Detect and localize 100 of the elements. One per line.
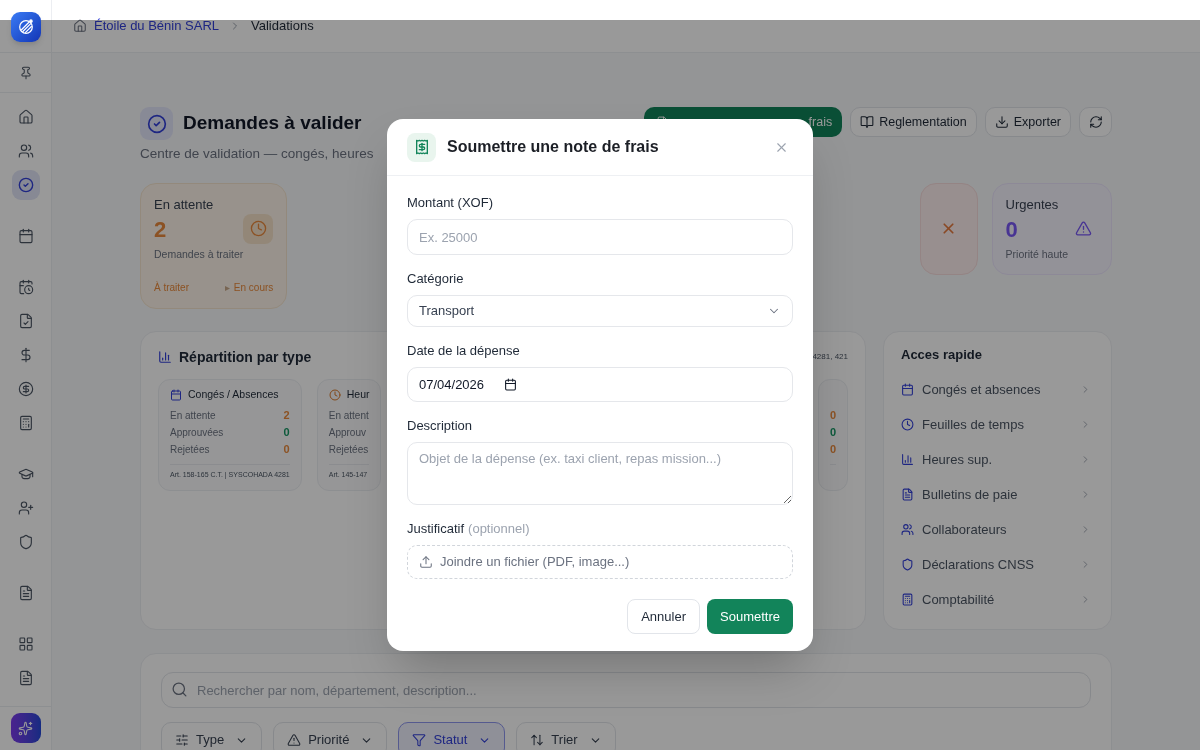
quick-link[interactable]: Comptabilité <box>895 582 1100 617</box>
breadcrumb-current: Validations <box>251 17 314 36</box>
filter-button[interactable]: Trier <box>516 722 616 750</box>
filter-icon <box>412 733 427 747</box>
row-value: 0 <box>829 408 836 424</box>
calculator-icon <box>17 415 34 431</box>
search-icon <box>171 681 188 698</box>
sort-icon <box>530 733 545 747</box>
field-label: Date de la dépense <box>407 343 520 359</box>
quick-link[interactable]: Collaborateurs <box>895 512 1100 547</box>
quick-link[interactable]: Feuilles de temps <box>895 407 1100 442</box>
sidebar-item[interactable] <box>11 170 40 200</box>
calendar-icon <box>170 389 182 401</box>
stat-label: Urgentes <box>1005 197 1060 213</box>
calendar-clock-icon <box>17 279 34 295</box>
clock-icon <box>901 418 914 431</box>
upload-icon <box>419 555 433 569</box>
dialog-title: Soumettre une note de frais <box>447 137 659 157</box>
breadcrumb-link[interactable]: Étoile du Bénin SARL <box>94 16 220 36</box>
field-label: Justificatif <box>407 521 465 537</box>
type-card-title: Heur <box>346 387 370 403</box>
dollar-circle-icon <box>17 381 34 397</box>
refresh-button[interactable] <box>1079 107 1112 137</box>
users-icon <box>17 143 34 159</box>
stat-value: 0 <box>1005 217 1019 243</box>
book-icon <box>860 115 875 129</box>
graduation-cap-icon <box>17 466 34 482</box>
document-icon <box>17 585 34 601</box>
cancel-button[interactable]: Annuler <box>627 599 700 634</box>
filter-button[interactable]: Priorité <box>273 722 388 750</box>
row-label: Rejetées <box>328 443 369 457</box>
home-icon[interactable] <box>73 19 87 33</box>
page-subtitle: Centre de validation — congés, heures <box>140 145 374 162</box>
stat-status: En cours <box>233 282 274 294</box>
optional-hint: (optionnel) <box>468 521 530 537</box>
bar-chart-icon <box>158 350 172 364</box>
row-label: En attente <box>170 409 216 423</box>
row-label: Approuv <box>328 426 366 440</box>
page-title: Demandes à valider <box>183 111 362 136</box>
field-label: Catégorie <box>407 271 464 287</box>
calendar-icon <box>901 383 914 396</box>
filter-button[interactable]: Statut <box>398 722 506 750</box>
sparkles-icon <box>18 720 33 736</box>
field-label: Montant (XOF) <box>407 195 493 211</box>
type-card-title: Congés / Absences <box>188 387 279 403</box>
panel-title: Répartition par type <box>179 347 312 367</box>
clock-icon <box>243 213 274 244</box>
stat-caption: Priorité haute <box>1005 248 1068 260</box>
row-label: En attent <box>328 409 369 423</box>
panel-title: Acces rapide <box>901 347 983 363</box>
quick-link[interactable]: Bulletins de paie <box>895 477 1100 512</box>
warning-icon <box>287 733 302 747</box>
filter-button[interactable]: Type <box>161 722 263 750</box>
row-value: 0 <box>829 442 836 458</box>
check-circle-icon <box>17 177 34 193</box>
clock-icon <box>328 389 341 401</box>
grid-icon <box>17 636 34 652</box>
triangle-marker-icon <box>224 285 230 291</box>
panel-note: 4281, 421 <box>812 351 848 363</box>
quick-link[interactable]: Déclarations CNSS <box>895 547 1100 582</box>
pin-icon <box>18 65 33 80</box>
file-upload-dropzone[interactable]: Joindre un fichier (PDF, image...) <box>407 545 793 579</box>
stat-caption: Demandes à traiter <box>154 248 244 260</box>
row-value: 0 <box>283 425 290 441</box>
date-input[interactable]: 07/04/2026 <box>407 367 793 402</box>
calculator-icon <box>901 593 914 606</box>
shield-icon <box>901 558 914 571</box>
refresh-icon <box>1088 115 1103 129</box>
search-field[interactable]: Rechercher par nom, département, description... <box>161 672 1091 708</box>
user-plus-icon <box>17 500 34 516</box>
assistant-button[interactable] <box>10 713 41 743</box>
description-textarea[interactable]: Objet de la dépense (ex. taxi client, repas mission...) <box>407 442 793 505</box>
calendar-icon <box>17 228 34 244</box>
row-value: 2 <box>283 408 290 424</box>
row-value: 0 <box>283 442 290 458</box>
quick-link[interactable]: Congés et absences <box>895 372 1100 407</box>
row-label: Rejetées <box>170 443 210 457</box>
bar-chart-icon <box>901 453 914 466</box>
toolbar-button[interactable]: Exporter <box>984 107 1071 137</box>
row-value: 0 <box>829 425 836 441</box>
download-icon <box>994 115 1009 129</box>
stat-footer-label: À traiter <box>154 282 189 294</box>
stat-label: En attente <box>154 197 215 213</box>
stat-value: 2 <box>154 217 168 243</box>
amount-input[interactable]: Ex. 25000 <box>407 219 793 255</box>
logo-icon[interactable] <box>10 12 41 42</box>
field-label: Description <box>407 418 473 434</box>
document-icon <box>901 488 914 501</box>
row-label: Approuvées <box>170 426 224 440</box>
shield-icon <box>17 534 34 550</box>
file-check-icon <box>17 313 34 329</box>
toolbar-button[interactable]: Reglementation <box>850 107 977 137</box>
category-select[interactable]: Transport <box>407 295 793 327</box>
receipt-icon <box>407 132 436 162</box>
users-icon <box>901 523 914 536</box>
calendar-icon[interactable] <box>504 378 517 391</box>
sliders-icon <box>175 733 189 747</box>
submit-button[interactable]: Soumettre <box>707 599 793 634</box>
quick-link[interactable]: Heures sup. <box>895 442 1100 477</box>
home-icon <box>17 109 34 125</box>
